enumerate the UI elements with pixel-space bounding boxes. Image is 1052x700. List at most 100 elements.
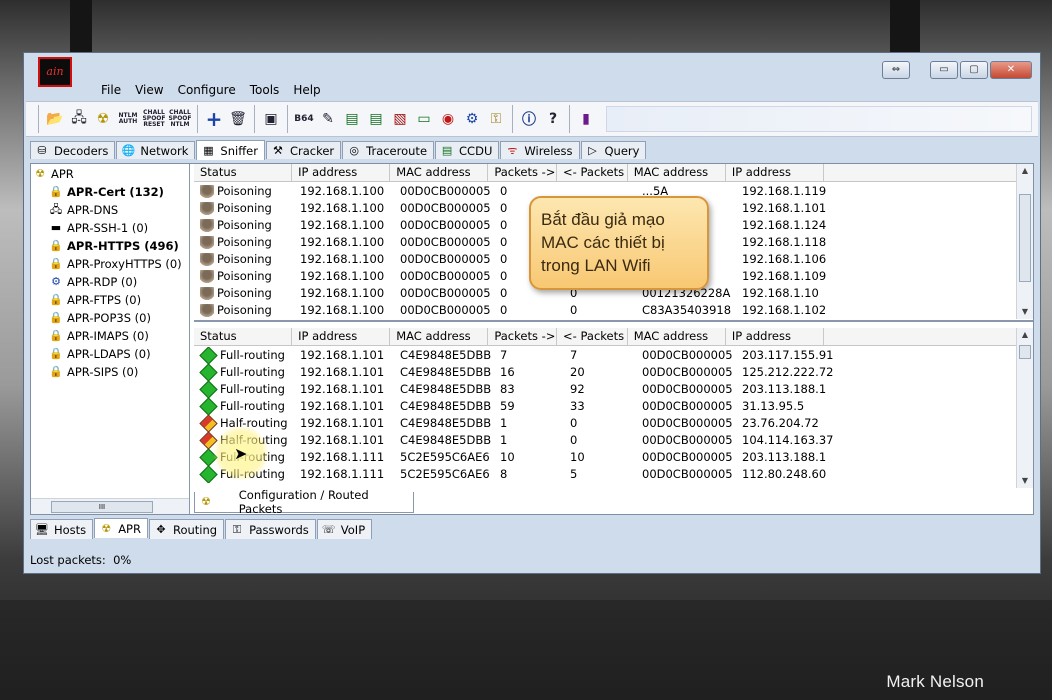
tab-apr[interactable]: ☢ APR	[94, 518, 148, 538]
table-cell: 00D0CB000005	[642, 399, 733, 413]
table-row[interactable]: Half-routing192.168.1.101C4E9848E5DBB100…	[194, 415, 836, 432]
ntlm-auth-button[interactable]: NTLM AUTH	[116, 107, 140, 131]
hash-calculator-icon[interactable]: ▤	[341, 107, 363, 131]
col-ip-address[interactable]: IP address	[292, 164, 391, 181]
apr-start-icon[interactable]: ☢	[92, 107, 114, 131]
col-packets-out[interactable]: Packets ->	[488, 328, 558, 345]
table-cell: C4E9848E5DBB	[400, 382, 492, 396]
col-ip-address-2[interactable]: IP address	[726, 328, 824, 345]
col-ip-address[interactable]: IP address	[292, 328, 391, 345]
table-row[interactable]: Poisoning192.168.1.10000D0CB0000050...3B…	[194, 200, 836, 217]
scroll-down-icon[interactable]: ▼	[1017, 305, 1033, 319]
poisoning-vertical-scrollbar[interactable]: ▲ ▼	[1016, 164, 1033, 319]
table-row[interactable]: Poisoning192.168.1.10000D0CB0000050...28…	[194, 268, 836, 285]
tree-label: APR-LDAPS (0)	[67, 347, 151, 361]
tree-item-apr-dns[interactable]: 🖧 APR-DNS	[49, 201, 118, 219]
close-button[interactable]: ✕	[990, 61, 1032, 79]
tree-item-apr-proxyhttps[interactable]: 🔒 APR-ProxyHTTPS (0)	[49, 255, 182, 273]
menu-tools[interactable]: Tools	[243, 81, 287, 99]
tree-item-apr-sips[interactable]: 🔒 APR-SIPS (0)	[49, 363, 138, 381]
base64-icon[interactable]: B64	[293, 107, 315, 131]
scroll-thumb[interactable]: III	[51, 501, 153, 513]
tab-network[interactable]: 🌐 Network	[116, 141, 196, 159]
tab-sniffer[interactable]: ▦ Sniffer	[196, 140, 265, 160]
terminal-icon[interactable]: ▭	[413, 107, 435, 131]
tree-item-apr-rdp[interactable]: ⚙ APR-RDP (0)	[49, 273, 137, 291]
tab-query[interactable]: ▷ Query	[580, 141, 647, 159]
table-row[interactable]: Full-routing192.168.1.1115C2E595C6AE6850…	[194, 466, 836, 483]
disk-icon[interactable]: ◉	[437, 107, 459, 131]
col-packets-out[interactable]: Packets ->	[488, 164, 558, 181]
tree-item-apr-https[interactable]: 🔒 APR-HTTPS (496)	[49, 237, 179, 255]
add-icon[interactable]: +	[203, 107, 225, 131]
table-row[interactable]: Poisoning 192.168.1.100 00D0CB000005 0 0 0012…	[194, 285, 836, 302]
table-row[interactable]: Full-routing 192.168.1.101 C4E9848E5DBB 7 7 0…	[194, 347, 836, 364]
col-ip-address-2[interactable]: IP address	[726, 164, 824, 181]
tree-item-apr-pop3s[interactable]: 🔒 APR-POP3S (0)	[49, 309, 151, 327]
tab-ccdu[interactable]: ▤ CCDU	[435, 141, 500, 159]
col-packets-in[interactable]: <- Packets	[557, 328, 628, 345]
col-mac-address[interactable]: MAC address	[390, 328, 489, 345]
table-row[interactable]: Poisoning192.168.1.10000D0CB0000050...98…	[194, 251, 836, 268]
menu-configure[interactable]: Configure	[171, 81, 243, 99]
table-row[interactable]: Half-routing192.168.1.101C4E9848E5DBB100…	[194, 432, 836, 449]
menu-view[interactable]: View	[128, 81, 170, 99]
tab-voip[interactable]: ☏ VoIP	[316, 519, 373, 539]
tree-item-apr-ssh1[interactable]: ▬ APR-SSH-1 (0)	[49, 219, 148, 237]
table-row[interactable]: Full-routing192.168.1.1115C2E595C6AE6101…	[194, 449, 836, 466]
tree-item-apr-imaps[interactable]: 🔒 APR-IMAPS (0)	[49, 327, 149, 345]
tree-root-apr[interactable]: ☢ APR	[33, 165, 74, 183]
tab-configuration-routed-packets[interactable]: ☢ Configuration / Routed Packets	[194, 488, 414, 516]
table-row[interactable]: Poisoning 192.168.1.100 00D0CB000005 0 ...5A…	[194, 183, 836, 200]
open-icon[interactable]: 📂	[44, 107, 66, 131]
tab-cracker[interactable]: ⚒ Cracker	[265, 141, 342, 159]
table-row[interactable]: Full-routing 192.168.1.101 C4E9848E5DBB 16 2…	[194, 364, 836, 381]
scroll-thumb[interactable]	[1019, 345, 1031, 359]
tab-passwords[interactable]: ⚿ Passwords	[225, 519, 316, 539]
info-icon[interactable]: ⓘ	[518, 107, 540, 131]
help-icon[interactable]: ?	[542, 107, 564, 131]
network-scan-icon[interactable]: 🖧	[68, 107, 90, 131]
maximize-button[interactable]: ▢	[960, 61, 988, 79]
table-row[interactable]: Poisoning 192.168.1.100 00D0CB000005 0 0 C83A…	[194, 302, 836, 319]
key-icon[interactable]: ⚿	[485, 107, 507, 131]
menu-file[interactable]: File	[94, 81, 128, 99]
chall-spoof-ntlm-button[interactable]: CHALL SPOOF NTLM	[168, 107, 192, 131]
rsa-icon[interactable]: ▧	[389, 107, 411, 131]
tab-traceroute[interactable]: ◎ Traceroute	[342, 141, 435, 159]
tab-hosts[interactable]: 🖥 Hosts	[30, 519, 94, 539]
tab-decoders[interactable]: ⛁ Decoders	[30, 141, 116, 159]
tab-routing[interactable]: ✥ Routing	[148, 519, 225, 539]
table-row[interactable]: Full-routing 192.168.1.101 C4E9848E5DBB 59 3…	[194, 398, 836, 415]
table-row[interactable]: Poisoning192.168.1.10000D0CB0000050...81…	[194, 234, 836, 251]
lock-icon: 🔒	[49, 365, 63, 378]
col-mac-address-2[interactable]: MAC address	[628, 164, 726, 181]
scroll-up-icon[interactable]: ▲	[1017, 164, 1033, 178]
scroll-down-icon[interactable]: ▼	[1017, 474, 1033, 488]
wireless-scan-icon[interactable]: ⚙	[461, 107, 483, 131]
menu-help[interactable]: Help	[286, 81, 327, 99]
tree-item-apr-cert[interactable]: 🔒 APR-Cert (132)	[49, 183, 164, 201]
table-row[interactable]: Full-routing 192.168.1.101 C4E9848E5DBB 83 9…	[194, 381, 836, 398]
password-decoder-icon[interactable]: ✎	[317, 107, 339, 131]
certificate-icon[interactable]: ▣	[260, 107, 282, 131]
routing-vertical-scrollbar[interactable]: ▲ ▼	[1016, 328, 1033, 488]
tree-item-apr-ldaps[interactable]: 🔒 APR-LDAPS (0)	[49, 345, 151, 363]
col-mac-address[interactable]: MAC address	[390, 164, 489, 181]
switch-window-button[interactable]: ⇔	[882, 61, 910, 79]
minimize-button[interactable]: ▭	[930, 61, 958, 79]
col-status[interactable]: Status	[194, 164, 293, 181]
table-row[interactable]: Poisoning192.168.1.10000D0CB0000050...D6…	[194, 217, 836, 234]
remove-icon[interactable]: 🗑	[227, 107, 249, 131]
col-status[interactable]: Status	[194, 328, 293, 345]
vpn-icon[interactable]: ▤	[365, 107, 387, 131]
exit-icon[interactable]: ▮	[575, 107, 597, 131]
col-mac-address-2[interactable]: MAC address	[628, 328, 726, 345]
col-packets-in[interactable]: <- Packets	[557, 164, 628, 181]
chall-spoof-reset-button[interactable]: CHALL SPOOF RESET	[142, 107, 166, 131]
tab-wireless[interactable]: ᯤ Wireless	[500, 141, 580, 159]
tree-item-apr-ftps[interactable]: 🔒 APR-FTPS (0)	[49, 291, 141, 309]
scroll-up-icon[interactable]: ▲	[1017, 328, 1033, 342]
scroll-thumb[interactable]	[1019, 194, 1031, 282]
tree-horizontal-scrollbar[interactable]: III	[31, 498, 189, 514]
